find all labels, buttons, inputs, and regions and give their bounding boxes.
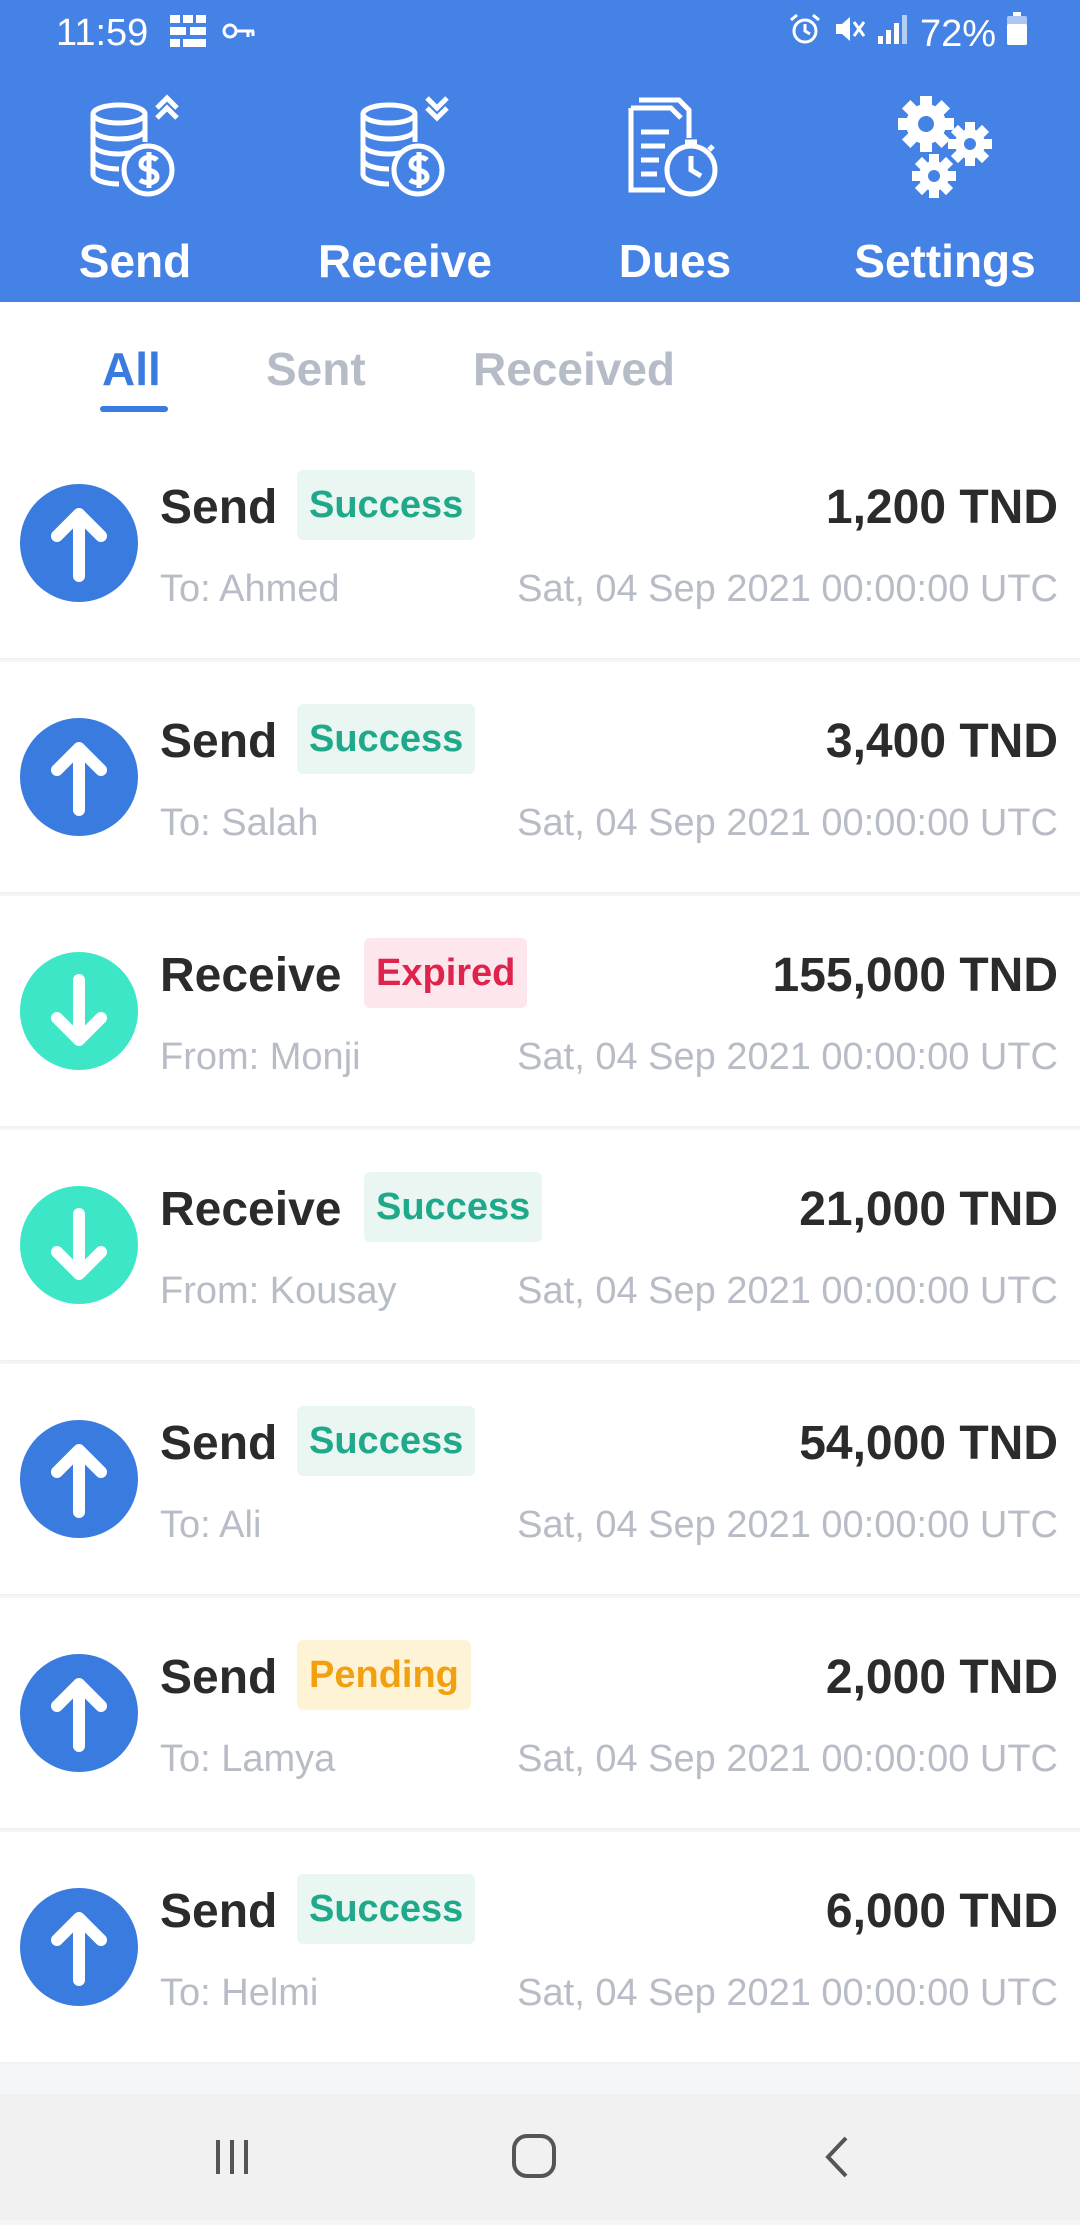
nav-settings-button[interactable]: Settings [810, 66, 1080, 302]
battery-text: 72% [919, 12, 996, 55]
transaction-date: Sat, 04 Sep 2021 00:00:00 UTC [517, 802, 1058, 844]
home-icon [512, 2134, 556, 2178]
mute-icon [832, 12, 866, 56]
status-badge: Success [297, 704, 476, 774]
transaction-date: Sat, 04 Sep 2021 00:00:00 UTC [517, 568, 1058, 610]
status-badge: Expired [364, 938, 528, 1008]
key-icon [222, 21, 256, 46]
alarm-icon [788, 12, 822, 56]
transaction-row[interactable]: Receive Success 21,000 TND From: Kousay Sat,… [0, 1130, 1080, 1360]
nav-send-button[interactable]: Send [0, 66, 270, 302]
status-badge: Success [297, 470, 476, 540]
transaction-row[interactable]: Send Success 3,400 TND To: Salah Sat, 04 Sep… [0, 662, 1080, 892]
nav-receive-label: Receive [318, 235, 492, 287]
status-time: 11:59 [56, 12, 149, 54]
transaction-counterparty: To: Helmi [160, 1972, 319, 2014]
receive-direction-icon [20, 1186, 138, 1304]
transaction-amount: 21,000 TND [799, 1183, 1058, 1236]
top-navigation: Send Receive Dues Settings [0, 66, 1080, 302]
active-tab-indicator [100, 406, 168, 412]
coins-send-icon [90, 94, 179, 197]
tab-sent[interactable]: Sent [266, 342, 366, 396]
transaction-amount: 1,200 TND [825, 481, 1058, 534]
coins-receive-icon [360, 96, 449, 197]
transaction-amount: 3,400 TND [825, 715, 1058, 768]
transaction-type: Send [160, 715, 278, 768]
nav-dues-label: Dues [618, 235, 732, 287]
transaction-list: Send Success 1,200 TND To: Ahmed Sat, 04 Sep… [0, 428, 1080, 2066]
transaction-amount: 6,000 TND [825, 1885, 1058, 1938]
filter-tabs: All Sent Received [0, 302, 1080, 428]
back-icon [825, 2136, 848, 2178]
transaction-type: Receive [160, 949, 342, 1002]
send-direction-icon [20, 718, 138, 836]
transaction-date: Sat, 04 Sep 2021 00:00:00 UTC [517, 1504, 1058, 1546]
transaction-amount: 155,000 TND [772, 949, 1059, 1002]
transaction-row[interactable]: Receive Expired 155,000 TND From: Monji Sat,… [0, 896, 1080, 1126]
home-button[interactable] [474, 2094, 594, 2220]
tab-all[interactable]: All [102, 342, 161, 396]
transaction-date: Sat, 04 Sep 2021 00:00:00 UTC [517, 1972, 1058, 2014]
transaction-date: Sat, 04 Sep 2021 00:00:00 UTC [517, 1036, 1058, 1078]
transaction-type: Send [160, 1417, 278, 1470]
battery-icon [1006, 12, 1028, 56]
recents-icon [216, 2140, 248, 2174]
transaction-row[interactable]: Send Pending 2,000 TND To: Lamya Sat, 04 Sep… [0, 1598, 1080, 1828]
transaction-amount: 54,000 TND [799, 1417, 1058, 1470]
send-direction-icon [20, 484, 138, 602]
tab-received[interactable]: Received [473, 342, 675, 396]
transaction-date: Sat, 04 Sep 2021 00:00:00 UTC [517, 1738, 1058, 1780]
receive-direction-icon [20, 952, 138, 1070]
transaction-counterparty: From: Kousay [160, 1270, 397, 1312]
nav-send-label: Send [78, 235, 192, 287]
transaction-date: Sat, 04 Sep 2021 00:00:00 UTC [517, 1270, 1058, 1312]
transaction-counterparty: To: Ali [160, 1504, 262, 1546]
back-button[interactable] [778, 2094, 898, 2220]
system-navigation-bar [0, 2094, 1080, 2220]
transaction-counterparty: From: Monji [160, 1036, 361, 1078]
status-badge: Success [297, 1874, 476, 1944]
documents-timer-icon [628, 97, 718, 197]
send-direction-icon [20, 1654, 138, 1772]
transaction-row[interactable]: Send Success 54,000 TND To: Ali Sat, 04 Sep … [0, 1364, 1080, 1594]
status-badge: Success [297, 1406, 476, 1476]
signal-icon [876, 12, 910, 56]
send-direction-icon [20, 1888, 138, 2006]
status-bar: 11:59 72% [0, 0, 1080, 66]
transaction-counterparty: To: Salah [160, 802, 319, 844]
transaction-amount: 2,000 TND [825, 1651, 1058, 1704]
transaction-row[interactable]: Send Success 1,200 TND To: Ahmed Sat, 04 Sep… [0, 428, 1080, 658]
transaction-type: Send [160, 1885, 278, 1938]
transaction-type: Receive [160, 1183, 342, 1236]
send-direction-icon [20, 1420, 138, 1538]
nav-receive-button[interactable]: Receive [270, 66, 540, 302]
transaction-counterparty: To: Lamya [160, 1738, 336, 1780]
grid-app-icon [170, 14, 206, 52]
nav-settings-label: Settings [854, 235, 1036, 287]
gears-icon [898, 96, 992, 198]
status-badge: Pending [297, 1640, 471, 1710]
nav-dues-button[interactable]: Dues [540, 66, 810, 302]
transaction-row[interactable]: Send Success 6,000 TND To: Helmi Sat, 04 Sep… [0, 1832, 1080, 2062]
transaction-counterparty: To: Ahmed [160, 568, 340, 610]
transaction-type: Send [160, 481, 278, 534]
transaction-type: Send [160, 1651, 278, 1704]
status-badge: Success [364, 1172, 543, 1242]
recents-button[interactable] [172, 2094, 292, 2220]
